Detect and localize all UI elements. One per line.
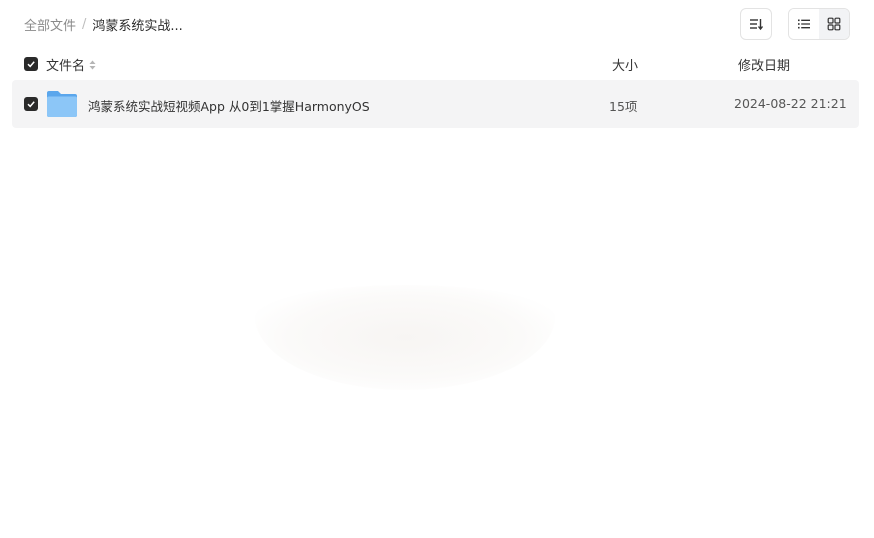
column-header-size[interactable]: 大小 [612, 55, 638, 74]
empty-area-decoration [255, 285, 555, 390]
breadcrumb-root-link[interactable]: 全部文件 [24, 15, 76, 34]
sort-button[interactable] [740, 8, 772, 40]
sort-caret-icon [89, 60, 96, 70]
breadcrumb-separator: / [82, 17, 87, 32]
file-modified-date: 2024-08-22 21:21 [734, 96, 847, 111]
list-view-button[interactable] [789, 9, 819, 39]
check-icon [27, 61, 35, 68]
view-mode-toggle [788, 8, 850, 40]
grid-view-button[interactable] [819, 9, 849, 39]
select-all-checkbox[interactable] [24, 57, 38, 71]
table-header: 文件名 大小 修改日期 [12, 48, 859, 80]
column-header-name[interactable]: 文件名 [46, 55, 96, 74]
table-row[interactable]: 鸿蒙系统实战短视频App 从0到1掌握HarmonyOS 15项 2024-08… [12, 80, 859, 128]
grid-view-icon [827, 17, 841, 31]
row-checkbox[interactable] [24, 97, 38, 111]
file-size: 15项 [609, 99, 638, 114]
sort-icon [750, 19, 764, 31]
top-bar: 全部文件 / 鸿蒙系统实战... [0, 0, 874, 48]
breadcrumb-current: 鸿蒙系统实战... [92, 19, 183, 34]
folder-icon [47, 91, 77, 117]
file-name[interactable]: 鸿蒙系统实战短视频App 从0到1掌握HarmonyOS [88, 96, 370, 115]
check-icon [27, 101, 35, 108]
list-view-icon [798, 19, 810, 29]
column-header-name-label: 文件名 [46, 59, 86, 74]
breadcrumb: 全部文件 / 鸿蒙系统实战... [24, 15, 183, 34]
column-header-modified[interactable]: 修改日期 [738, 55, 790, 74]
